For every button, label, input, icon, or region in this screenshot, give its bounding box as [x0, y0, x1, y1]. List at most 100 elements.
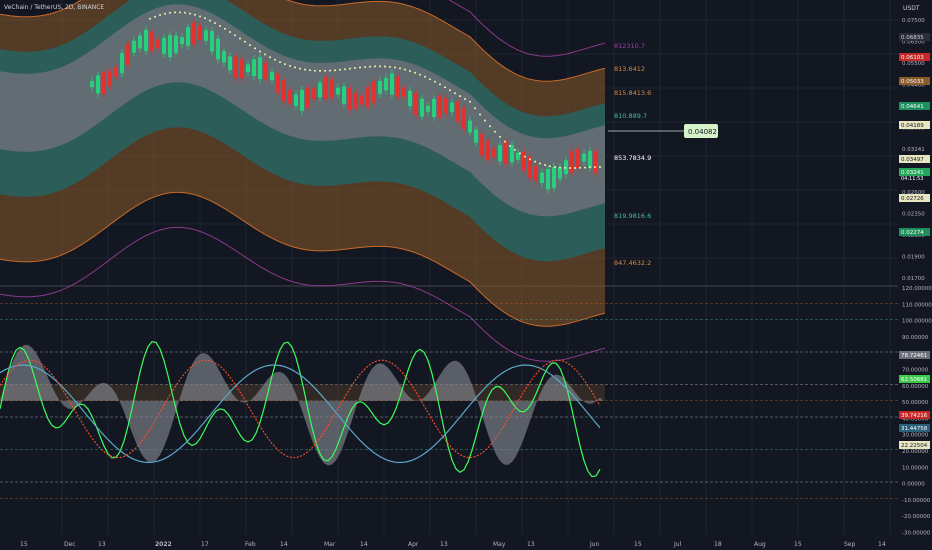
- osc-tick: 120.00000: [902, 286, 932, 292]
- candle-body: [480, 134, 484, 156]
- osc-tick: 110.00000: [902, 302, 932, 308]
- pivot-dot: [574, 167, 576, 169]
- candle-body: [474, 129, 478, 143]
- candle-body: [390, 73, 394, 95]
- time-tick: 15: [20, 541, 28, 548]
- pivot-dot: [294, 66, 296, 69]
- candle-body: [582, 153, 586, 162]
- candle-body: [414, 93, 418, 115]
- pivot-dot: [439, 83, 441, 86]
- candle-body: [246, 64, 250, 73]
- candle-body: [156, 39, 160, 49]
- countdown: 04:11:53: [901, 176, 923, 182]
- time-tick: 14: [360, 541, 368, 548]
- osc-badge-text: 22.22504: [901, 443, 928, 449]
- candle-body: [240, 59, 244, 79]
- trading-chart: 812310.7 813.6412 815.8413.6 810.889.7 853.7…: [0, 0, 932, 550]
- osc-tick: 50.00000: [902, 400, 929, 406]
- osc-tick: 100.00000: [902, 319, 932, 325]
- candle-body: [228, 56, 232, 71]
- candle-body: [270, 72, 274, 81]
- pivot-dot: [264, 53, 266, 56]
- candle-body: [540, 172, 544, 184]
- candle-body: [90, 81, 94, 88]
- pivot-dot: [424, 75, 426, 78]
- pivot-dot: [569, 167, 571, 169]
- time-tick: 14: [280, 541, 288, 548]
- pivot-dot: [379, 65, 381, 68]
- osc-tick: 90.00000: [902, 335, 929, 341]
- candle-body: [96, 75, 100, 94]
- price-badge-text: 0.05033: [901, 79, 924, 85]
- candle-body: [450, 102, 454, 113]
- candle-body: [138, 35, 142, 49]
- pivot-dot: [489, 125, 491, 128]
- time-tick: Sep: [844, 541, 856, 548]
- pivot-dot: [289, 64, 291, 67]
- osc-tick: 30.00000: [902, 433, 929, 439]
- pivot-dot: [229, 31, 231, 33]
- candle-body: [204, 30, 208, 41]
- pivot-dot: [544, 164, 546, 166]
- osc-tick: -20.00000: [902, 514, 931, 520]
- time-tick: 15: [794, 541, 802, 548]
- pivot-dot: [459, 95, 461, 98]
- osc-tick: 10.00000: [902, 465, 929, 471]
- time-tick: 2022: [155, 541, 172, 548]
- candle-body: [504, 141, 508, 164]
- pivot-dot: [549, 165, 551, 168]
- pivot-dot: [254, 47, 256, 50]
- pivot-dot: [259, 50, 261, 53]
- pivot-dot: [504, 140, 506, 143]
- pivot-dot: [224, 27, 226, 30]
- osc-tick: -10.00000: [902, 498, 931, 504]
- candle-body: [588, 150, 592, 168]
- time-tick: 18: [714, 541, 722, 548]
- pivot-dot: [434, 80, 436, 83]
- candle-body: [426, 105, 430, 112]
- candle-body: [336, 87, 340, 95]
- price-badge-text: 0.04641: [901, 104, 924, 110]
- level-label: 812310.7: [614, 42, 645, 50]
- pivot-dot: [164, 12, 166, 15]
- candle-body: [306, 87, 310, 108]
- pivot-dot: [339, 68, 341, 71]
- pivot-dot: [344, 68, 346, 71]
- candle-body: [456, 101, 460, 122]
- pivot-dot: [469, 100, 471, 103]
- candle-body: [300, 89, 304, 111]
- level-label: 813.6412: [614, 65, 645, 73]
- pivot-dot: [454, 92, 456, 95]
- level-label: 819.9816.6: [614, 212, 651, 220]
- candle-body: [546, 169, 550, 190]
- time-tick: Apr: [408, 541, 419, 548]
- osc-tick: 60.00000: [902, 384, 929, 390]
- candle-body: [354, 92, 358, 109]
- pivot-dot: [404, 68, 406, 71]
- pivot-dot: [214, 22, 216, 25]
- pivot-dot: [554, 166, 556, 168]
- pivot-dot: [594, 166, 596, 169]
- pivot-dot: [499, 135, 501, 138]
- price-tick: 0.07500: [902, 18, 925, 24]
- candle-body: [594, 151, 598, 174]
- price-badge-text: 0.06103: [901, 55, 924, 61]
- pivot-dot: [349, 67, 351, 70]
- pivot-dot: [329, 69, 331, 72]
- pivot-dot: [514, 148, 516, 151]
- level-label: 815.8413.6: [614, 89, 651, 97]
- price-tick: 0.01700: [902, 276, 925, 282]
- pivot-dot: [319, 69, 321, 72]
- candle-body: [318, 82, 322, 98]
- pivot-dot: [299, 67, 301, 70]
- candle-body: [522, 151, 526, 171]
- pivot-dot: [484, 119, 486, 122]
- pivot-dot: [179, 11, 181, 14]
- pivot-dot: [204, 17, 206, 20]
- pivot-dot: [579, 166, 581, 169]
- candle-body: [288, 89, 292, 104]
- candle-body: [162, 37, 166, 54]
- time-tick: Dec: [64, 541, 76, 548]
- candle-body: [420, 98, 424, 117]
- pivot-dot: [589, 166, 591, 169]
